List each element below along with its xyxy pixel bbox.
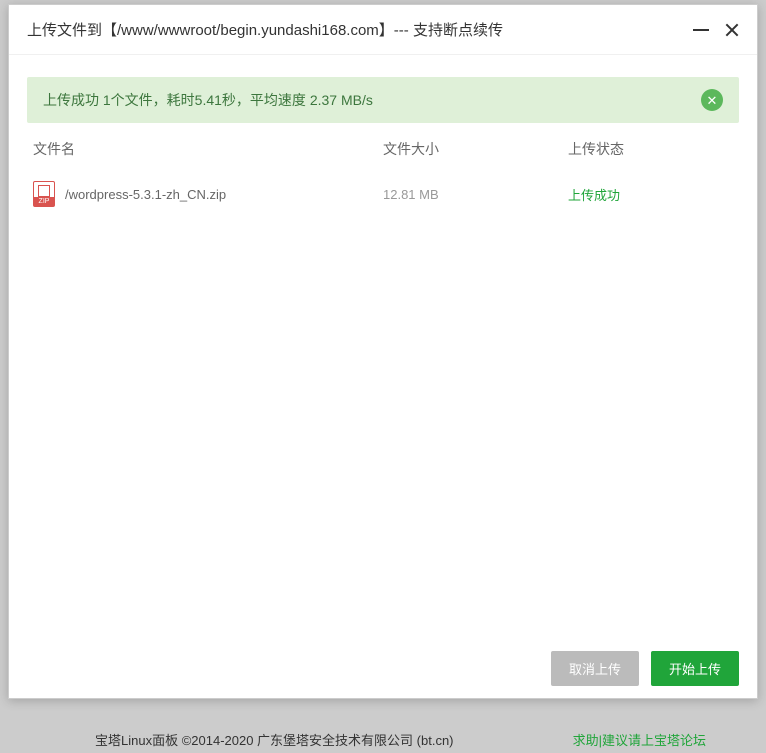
- footer-copyright: 宝塔Linux面板 ©2014-2020 广东堡塔安全技术有限公司 (bt.cn…: [95, 730, 454, 749]
- minimize-icon[interactable]: [693, 29, 709, 31]
- banner-close-icon[interactable]: ✕: [701, 89, 723, 111]
- file-name-cell: /wordpress-5.3.1-zh_CN.zip: [33, 181, 383, 207]
- success-banner: 上传成功 1个文件，耗时5.41秒，平均速度 2.37 MB/s ✕: [27, 77, 739, 123]
- upload-dialog: 上传文件到【/www/wwwroot/begin.yundashi168.com…: [8, 4, 758, 699]
- file-status: 上传成功: [568, 185, 733, 204]
- dialog-title: 上传文件到【/www/wwwroot/begin.yundashi168.com…: [27, 19, 503, 40]
- file-size: 12.81 MB: [383, 187, 568, 202]
- footer-forum-link[interactable]: 求助|建议请上宝塔论坛: [573, 730, 706, 749]
- dialog-footer: 取消上传 开始上传: [551, 651, 739, 686]
- table-header: 文件名 文件大小 上传状态: [9, 123, 757, 171]
- start-button[interactable]: 开始上传: [651, 651, 739, 686]
- file-name: /wordpress-5.3.1-zh_CN.zip: [65, 187, 226, 202]
- cancel-button[interactable]: 取消上传: [551, 651, 639, 686]
- header-filesize: 文件大小: [383, 139, 568, 159]
- success-message: 上传成功 1个文件，耗时5.41秒，平均速度 2.37 MB/s: [43, 90, 373, 110]
- zip-file-icon: [33, 181, 55, 207]
- close-icon[interactable]: [725, 23, 739, 37]
- header-filename: 文件名: [33, 139, 383, 159]
- header-status: 上传状态: [568, 139, 733, 159]
- titlebar-controls: [693, 23, 739, 37]
- dialog-titlebar: 上传文件到【/www/wwwroot/begin.yundashi168.com…: [9, 5, 757, 55]
- table-row: /wordpress-5.3.1-zh_CN.zip 12.81 MB 上传成功: [9, 171, 757, 217]
